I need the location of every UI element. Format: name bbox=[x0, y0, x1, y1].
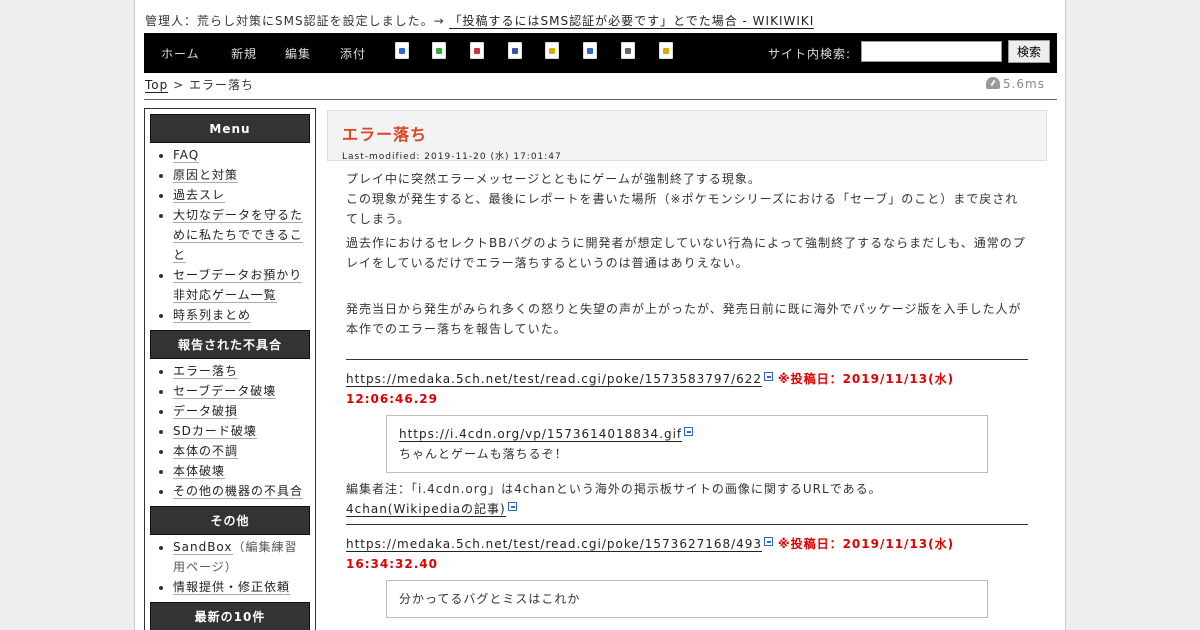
quote-text: 分かってるバグとミスはこれか bbox=[399, 592, 581, 606]
title-box: エラー落ち Last-modified: 2019-11-20 (水) 17:0… bbox=[327, 110, 1047, 162]
copy-icon[interactable] bbox=[583, 42, 597, 59]
document-icon[interactable] bbox=[621, 42, 635, 59]
other-list: SandBox（編集練習用ページ） 情報提供・修正依頼 bbox=[145, 537, 315, 597]
search-input[interactable] bbox=[861, 41, 1002, 62]
list-item: セーブデータお預かり非対応ゲーム一覧 bbox=[173, 265, 315, 305]
search-button[interactable]: 検索 bbox=[1008, 40, 1050, 63]
post-link[interactable]: https://medaka.5ch.net/test/read.cgi/pok… bbox=[346, 372, 763, 387]
admin-notice: 管理人：荒らし対策にSMS認証を設定しました。→ 「投稿するにはSMS認証が必要… bbox=[145, 12, 815, 29]
list-item: エラー落ち bbox=[173, 361, 315, 381]
list-item: 原因と対策 bbox=[173, 165, 315, 185]
section-divider bbox=[346, 359, 1028, 360]
quote-box: 分かってるバグとミスはこれか bbox=[386, 580, 988, 618]
list-item: セーブデータ破壊 bbox=[173, 381, 315, 401]
notice-link[interactable]: 「投稿するにはSMS認証が必要です」とでた場合 - WIKIWIKI bbox=[449, 14, 815, 29]
sidebar-item-timeline[interactable]: 時系列まとめ bbox=[173, 308, 252, 323]
nav-edit[interactable]: 編集 bbox=[285, 45, 311, 62]
help-icon[interactable] bbox=[659, 42, 673, 59]
nav-new[interactable]: 新規 bbox=[231, 45, 257, 62]
gauge-icon bbox=[985, 77, 1000, 89]
sidebar-menu: Menu FAQ 原因と対策 過去スレ 大切なデータを守るために私たちでできるこ… bbox=[144, 108, 316, 630]
lock-icon[interactable] bbox=[545, 42, 559, 59]
render-time: 5.6ms bbox=[985, 77, 1045, 91]
comparison-paragraph: 過去作におけるセレクトBBバグのように開発者が想定していない行為によって強制終了… bbox=[346, 236, 1026, 270]
list-item: SDカード破壊 bbox=[173, 421, 315, 441]
quote-link[interactable]: https://i.4cdn.org/vp/1573614018834.gif bbox=[399, 427, 683, 442]
list-item: 大切なデータを守るために私たちでできること bbox=[173, 205, 315, 265]
breadcrumb-top[interactable]: Top bbox=[145, 78, 169, 93]
external-link-icon bbox=[684, 427, 694, 436]
editor-note: 編集者注：「i.4cdn.org」は4chanという海外の掲示板サイトの画像に関… bbox=[327, 479, 1027, 519]
list-item: 本体破壊 bbox=[173, 461, 315, 481]
recent-icon[interactable] bbox=[432, 42, 446, 59]
editor-note-text: 編集者注：「i.4cdn.org」は4chanという海外の掲示板サイトの画像に関… bbox=[346, 482, 882, 496]
menu-heading: その他 bbox=[150, 506, 310, 535]
history-paragraph: 発売当日から発生がみられ多くの怒りと失望の声が上がったが、発売日前に既に海外でパ… bbox=[346, 302, 1022, 336]
header-divider bbox=[144, 99, 1057, 100]
sidebar-item-save-corruption[interactable]: セーブデータ破壊 bbox=[173, 384, 277, 399]
menu-list: FAQ 原因と対策 過去スレ 大切なデータを守るために私たちでできること セーブ… bbox=[145, 145, 315, 325]
intro-paragraph: プレイ中に突然エラーメッセージとともにゲームが強制終了する現象。 この現象が発生… bbox=[327, 169, 1027, 229]
list-item: その他の機器の不具合 bbox=[173, 481, 315, 501]
list-item: 情報提供・修正依頼 bbox=[173, 577, 315, 597]
menu-heading: Menu bbox=[150, 114, 310, 143]
sidebar-item-data-damage[interactable]: データ破損 bbox=[173, 404, 239, 419]
section-divider bbox=[346, 524, 1028, 525]
nav-home[interactable]: ホーム bbox=[161, 45, 200, 62]
sidebar-item-faq[interactable]: FAQ bbox=[173, 148, 200, 163]
sidebar-item-sandbox[interactable]: SandBox bbox=[173, 540, 233, 555]
external-link-icon bbox=[507, 502, 517, 511]
notice-text: 管理人：荒らし対策にSMS認証を設定しました。→ bbox=[145, 14, 445, 28]
sidebar-item-protect-data[interactable]: 大切なデータを守るために私たちでできること bbox=[173, 208, 304, 263]
page-title: エラー落ち bbox=[342, 125, 428, 144]
intro-line-1: プレイ中に突然エラーメッセージとともにゲームが強制終了する現象。 bbox=[346, 172, 761, 186]
delete-icon[interactable] bbox=[470, 42, 484, 59]
list-item: SandBox（編集練習用ページ） bbox=[173, 537, 315, 577]
wikipedia-link[interactable]: 4chan(Wikipediaの記事) bbox=[346, 502, 506, 517]
nav-attach[interactable]: 添付 bbox=[340, 45, 366, 62]
render-time-value: 5.6ms bbox=[1002, 77, 1045, 91]
external-link-icon bbox=[764, 537, 774, 546]
sidebar-item-console-broken[interactable]: 本体破壊 bbox=[173, 464, 226, 479]
list-item: データ破損 bbox=[173, 401, 315, 421]
list-item: 本体の不調 bbox=[173, 441, 315, 461]
breadcrumb-current: エラー落ち bbox=[188, 78, 254, 92]
post-header: https://medaka.5ch.net/test/read.cgi/pok… bbox=[327, 369, 1027, 409]
breadcrumb: Top > エラー落ち bbox=[145, 76, 254, 93]
external-link-icon bbox=[764, 372, 774, 381]
breadcrumb-separator: > bbox=[168, 78, 189, 92]
sidebar-item-console-issue[interactable]: 本体の不調 bbox=[173, 444, 239, 459]
sidebar-item-sd-card[interactable]: SDカード破壊 bbox=[173, 424, 257, 439]
page-list-icon[interactable] bbox=[395, 42, 409, 59]
search-label: サイト内検索: bbox=[768, 47, 852, 61]
post-header: https://medaka.5ch.net/test/read.cgi/pok… bbox=[327, 534, 1027, 574]
sidebar-item-requests[interactable]: 情報提供・修正依頼 bbox=[173, 580, 291, 595]
last-modified: Last-modified: 2019-11-20 (水) 17:01:47 bbox=[342, 152, 562, 162]
bug-list: エラー落ち セーブデータ破壊 データ破損 SDカード破壊 本体の不調 本体破壊 … bbox=[145, 361, 315, 501]
sidebar-item-error-crash[interactable]: エラー落ち bbox=[173, 364, 239, 379]
intro-line-2: この現象が発生すると、最後にレポートを書いた場所（※ポケモンシリーズにおける「セ… bbox=[346, 192, 1019, 226]
list-item: 過去スレ bbox=[173, 185, 315, 205]
post-link[interactable]: https://medaka.5ch.net/test/read.cgi/pok… bbox=[346, 537, 763, 552]
page: 管理人：荒らし対策にSMS認証を設定しました。→ 「投稿するにはSMS認証が必要… bbox=[134, 0, 1066, 630]
save-icon[interactable] bbox=[508, 42, 522, 59]
sidebar-item-unsupported-games[interactable]: セーブデータお預かり非対応ゲーム一覧 bbox=[173, 268, 303, 303]
navbar: ホーム 新規 編集 添付 サイト内検索: 検索 bbox=[144, 33, 1057, 73]
quote-text: ちゃんとゲームも落ちるぞ！ bbox=[399, 447, 568, 461]
list-item: FAQ bbox=[173, 145, 315, 165]
sidebar-item-cause[interactable]: 原因と対策 bbox=[173, 168, 239, 183]
menu-heading: 報告された不具合 bbox=[150, 330, 310, 359]
quote-box: https://i.4cdn.org/vp/1573614018834.gif … bbox=[386, 415, 988, 473]
main-content: エラー落ち Last-modified: 2019-11-20 (水) 17:0… bbox=[327, 110, 1055, 618]
list-item: 時系列まとめ bbox=[173, 305, 315, 325]
sidebar-item-other-devices[interactable]: その他の機器の不具合 bbox=[173, 484, 304, 499]
sidebar-item-past-threads[interactable]: 過去スレ bbox=[173, 188, 226, 203]
menu-heading: 最新の10件 bbox=[150, 602, 310, 630]
